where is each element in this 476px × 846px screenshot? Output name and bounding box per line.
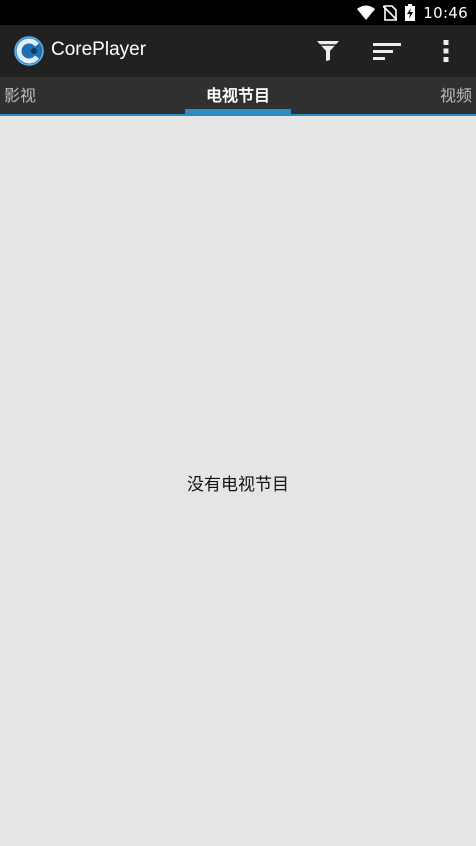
tab-bar-underline	[0, 114, 476, 116]
status-time: 10:46	[423, 3, 468, 22]
status-icons: 10:46	[357, 0, 468, 25]
filter-icon	[317, 41, 339, 61]
tab-bar: 影视 电视节目 视频	[0, 77, 476, 114]
status-bar: 10:46	[0, 0, 476, 25]
app-bar: CorePlayer	[0, 25, 476, 77]
tab-movies[interactable]: 影视	[4, 77, 36, 114]
sort-button[interactable]	[370, 25, 404, 77]
filter-button[interactable]	[312, 25, 344, 77]
coreplayer-logo-icon	[14, 36, 44, 66]
no-sim-icon	[383, 4, 398, 21]
battery-charging-icon	[405, 4, 416, 21]
app-title: CorePlayer	[51, 39, 147, 60]
overflow-menu-button[interactable]	[436, 25, 456, 77]
more-vert-icon	[443, 40, 449, 62]
sort-icon	[373, 43, 401, 60]
tab-videos[interactable]: 视频	[440, 77, 472, 114]
empty-state-message: 没有电视节目	[187, 475, 289, 495]
wifi-icon	[357, 5, 376, 20]
